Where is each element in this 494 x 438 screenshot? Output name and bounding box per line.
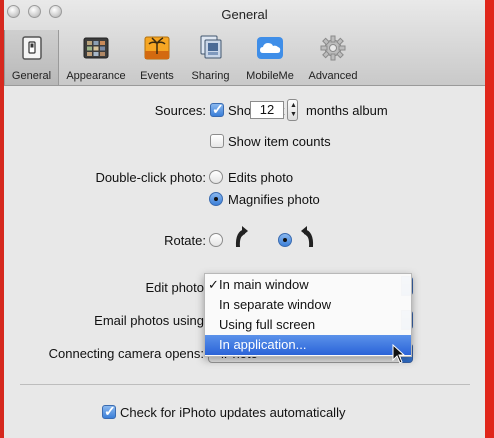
rotate-left-arrow-icon [231,225,249,251]
toolbar-general-label: General [11,70,52,82]
sharing-icon [197,34,225,62]
window-toolbar: General General Appearance Events Sharin… [4,0,485,86]
toolbar-sharing[interactable]: Sharing [183,30,238,85]
show-item-counts-label: Show item counts [228,134,331,149]
magnifies-photo-radio[interactable] [209,192,223,206]
check-updates-label: Check for iPhoto updates automatically [120,405,346,420]
menu-item-separate-window[interactable]: In separate window [205,295,411,315]
connecting-camera-label: Connecting camera opens: [48,346,204,361]
rotate-clockwise-radio[interactable] [278,233,292,247]
desktop-background-right [485,0,494,438]
menu-item-main-window[interactable]: ✓ In main window [205,275,411,295]
months-stepper[interactable]: ▲ ▼ [287,99,298,121]
toolbar-sharing-label: Sharing [191,70,230,82]
rotate-counterclockwise-radio[interactable] [209,233,223,247]
menu-item-separate-window-label: In separate window [219,297,332,312]
edit-photo-label: Edit photo [145,280,204,295]
check-updates-checkbox[interactable] [102,403,116,420]
menu-item-in-application[interactable]: In application... [205,335,411,355]
toolbar-advanced-label: Advanced [308,70,358,82]
menu-item-in-application-label: In application... [219,337,307,352]
rotate-right-arrow-icon [300,225,318,251]
double-click-label: Double-click photo: [95,170,206,185]
toolbar-general[interactable]: General [4,30,59,85]
magnifies-photo-label: Magnifies photo [228,192,320,207]
edits-photo-label: Edits photo [228,170,294,185]
stepper-down-arrow-icon: ▼ [290,111,297,118]
toolbar-mobileme[interactable]: MobileMe [239,30,301,85]
months-album-label: months album [306,103,388,118]
email-photos-label: Email photos using [94,313,204,328]
menu-item-full-screen[interactable]: Using full screen [205,315,411,335]
rotate-label: Rotate: [164,233,206,248]
mobileme-cloud-icon [256,34,284,62]
mouse-pointer-icon [392,344,406,364]
events-icon [143,34,171,62]
toolbar-appearance-label: Appearance [66,70,126,82]
edits-photo-radio[interactable] [209,170,223,184]
gear-icon [319,34,347,62]
menu-item-full-screen-label: Using full screen [219,317,316,332]
toolbar-mobileme-label: MobileMe [246,70,294,82]
window-title: General [221,7,268,22]
months-field[interactable]: 12 [250,101,284,119]
show-item-counts-checkbox[interactable] [210,134,224,148]
switch-icon [18,34,46,62]
appearance-icon [82,34,110,62]
show-last-checkbox[interactable] [210,101,224,118]
menu-item-main-window-label: In main window [219,277,309,292]
separator [20,384,470,385]
toolbar-advanced[interactable]: Advanced [302,30,364,85]
preferences-window: General General Appearance Events Sharin… [4,0,485,438]
toolbar-events-label: Events [140,70,174,82]
stepper-up-arrow-icon: ▲ [290,102,297,109]
toolbar-events[interactable]: Events [132,30,182,85]
edit-photo-menu: ✓ In main window In separate window Usin… [204,273,412,357]
checkmark-icon: ✓ [208,277,219,292]
toolbar-appearance[interactable]: Appearance [61,30,131,85]
sources-label: Sources: [154,103,206,118]
